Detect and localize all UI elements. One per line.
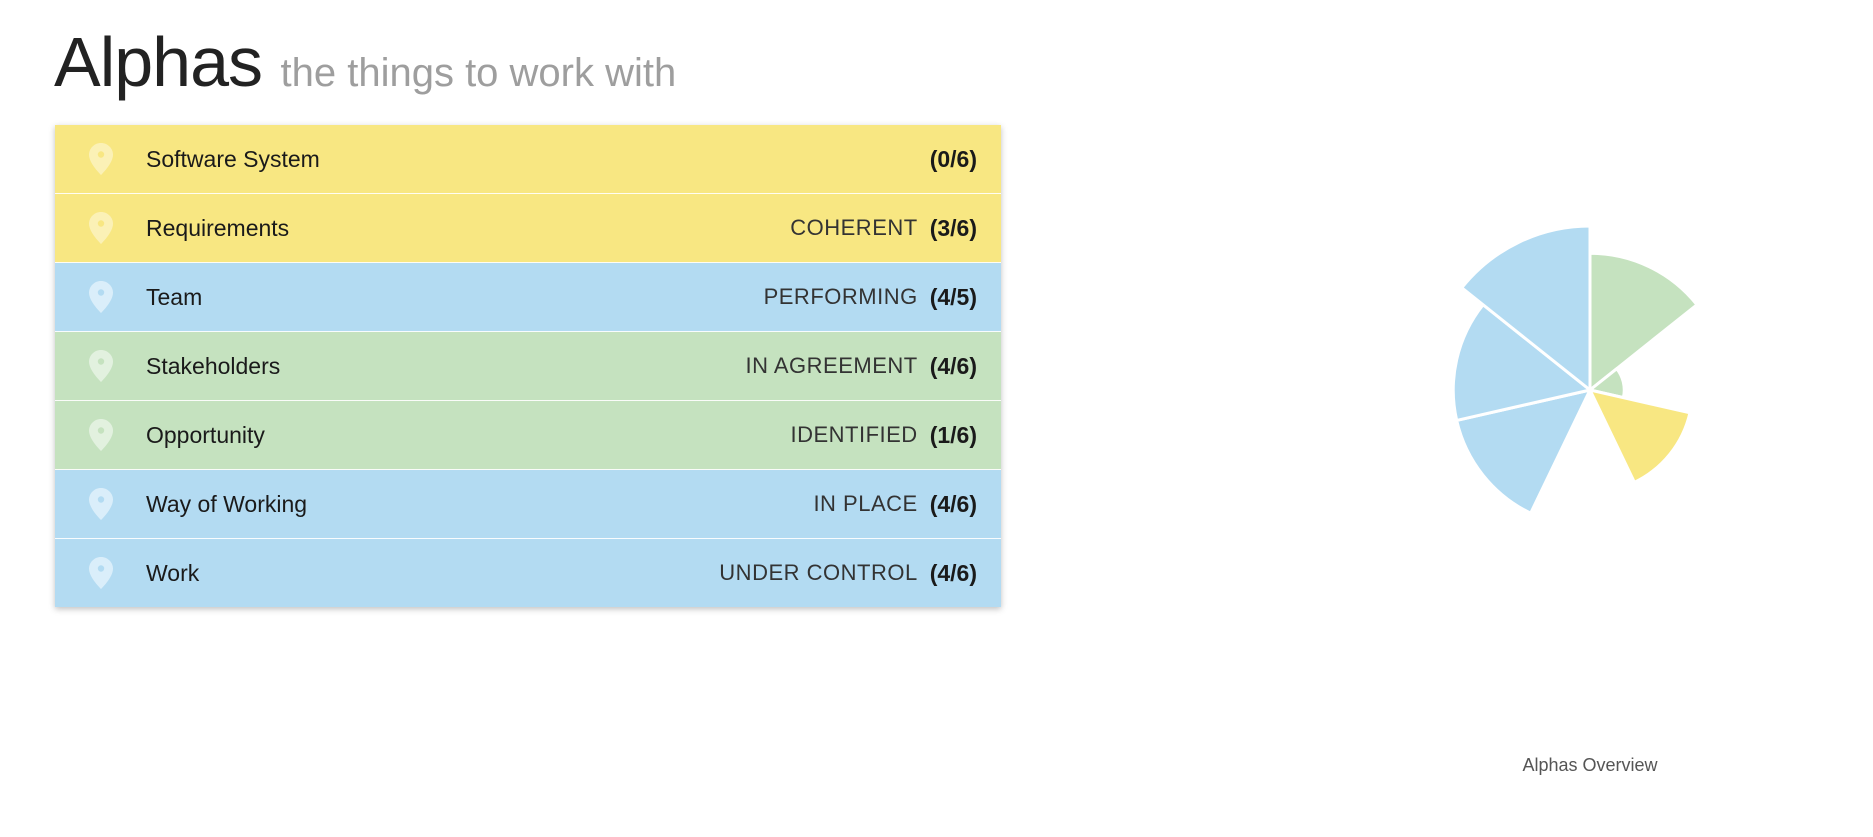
alpha-name: Opportunity xyxy=(146,421,265,448)
alpha-state: IN AGREEMENT xyxy=(745,353,918,378)
map-pin-icon xyxy=(86,143,116,175)
alpha-state: PERFORMING xyxy=(763,284,918,309)
map-pin-icon xyxy=(86,419,116,451)
alpha-row-software-system[interactable]: Software System (0/6) xyxy=(55,125,1001,194)
alpha-state: COHERENT xyxy=(790,215,918,240)
map-pin-icon xyxy=(86,557,116,589)
alphas-overview-chart xyxy=(1300,150,1873,790)
alpha-state: IDENTIFIED xyxy=(790,422,918,447)
alpha-progress-count: (1/6) xyxy=(929,421,977,448)
alpha-name: Team xyxy=(146,283,203,310)
alpha-state: UNDER CONTROL xyxy=(719,560,918,585)
map-pin-icon xyxy=(86,350,116,382)
map-pin-icon xyxy=(86,212,116,244)
alpha-row-work[interactable]: Work UNDER CONTROL (4/6) xyxy=(55,539,1001,607)
alpha-name: Stakeholders xyxy=(146,352,281,379)
alpha-row-team[interactable]: Team PERFORMING (4/5) xyxy=(55,263,1001,332)
alpha-name: Requirements xyxy=(146,214,290,241)
alpha-row-way-of-working[interactable]: Way of Working IN PLACE (4/6) xyxy=(55,470,1001,539)
alpha-progress-count: (4/5) xyxy=(929,283,977,310)
alpha-row-requirements[interactable]: Requirements COHERENT (3/6) xyxy=(55,194,1001,263)
alpha-name: Way of Working xyxy=(146,490,308,517)
alpha-progress-count: (4/6) xyxy=(929,490,977,517)
page-title: Alphas xyxy=(54,23,263,101)
page-header: Alphas the things to work with xyxy=(54,22,676,102)
page-subtitle: the things to work with xyxy=(280,51,677,95)
map-pin-icon xyxy=(86,488,116,520)
alpha-progress-count: (4/6) xyxy=(929,559,977,586)
alpha-progress-count: (4/6) xyxy=(929,352,977,379)
alpha-progress-count: (0/6) xyxy=(929,145,977,172)
alpha-row-opportunity[interactable]: Opportunity IDENTIFIED (1/6) xyxy=(55,401,1001,470)
alpha-progress-count: (3/6) xyxy=(929,214,977,241)
chart-sector-stakeholders[interactable] xyxy=(1588,251,1699,392)
alpha-row-stakeholders[interactable]: Stakeholders IN AGREEMENT (4/6) xyxy=(55,332,1001,401)
alpha-state: IN PLACE xyxy=(813,491,918,516)
polar-chart-svg xyxy=(1451,224,1699,515)
chart-title: Alphas Overview xyxy=(1522,755,1658,775)
alpha-name: Software System xyxy=(146,145,320,172)
alpha-list: Software System (0/6) Requirements COHERENT… xyxy=(55,125,1001,607)
alpha-name: Work xyxy=(146,559,200,586)
map-pin-icon xyxy=(86,281,116,313)
chart-sector-requirements[interactable] xyxy=(1588,388,1692,484)
